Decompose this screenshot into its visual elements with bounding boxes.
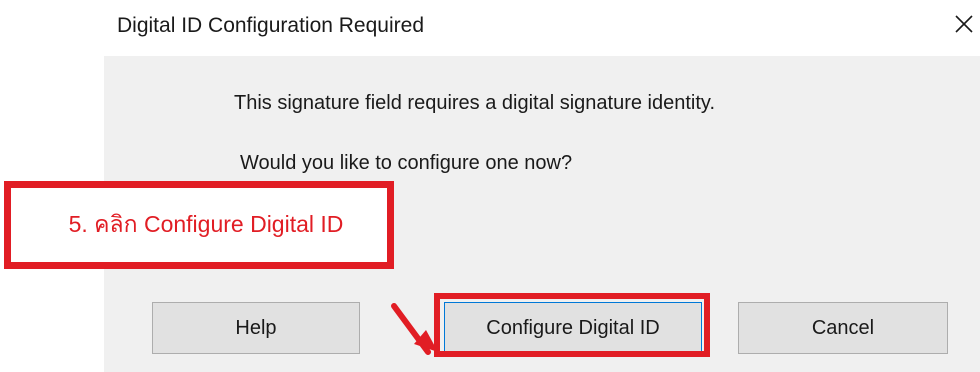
message-line-2: Would you like to configure one now? bbox=[240, 152, 573, 174]
instruction-callout: 5. คลิก Configure Digital ID bbox=[4, 181, 394, 269]
cancel-button[interactable]: Cancel bbox=[738, 302, 948, 354]
close-button[interactable] bbox=[948, 4, 980, 44]
configure-digital-id-button[interactable]: Configure Digital ID bbox=[444, 302, 702, 354]
dialog-window: Digital ID Configuration Required This s… bbox=[0, 0, 980, 372]
help-button[interactable]: Help bbox=[152, 302, 360, 354]
dialog-title: Digital ID Configuration Required bbox=[117, 14, 424, 37]
message-line-1: This signature field requires a digital … bbox=[234, 92, 715, 114]
callout-text: 5. คลิก Configure Digital ID bbox=[68, 211, 344, 237]
close-icon bbox=[955, 15, 973, 33]
